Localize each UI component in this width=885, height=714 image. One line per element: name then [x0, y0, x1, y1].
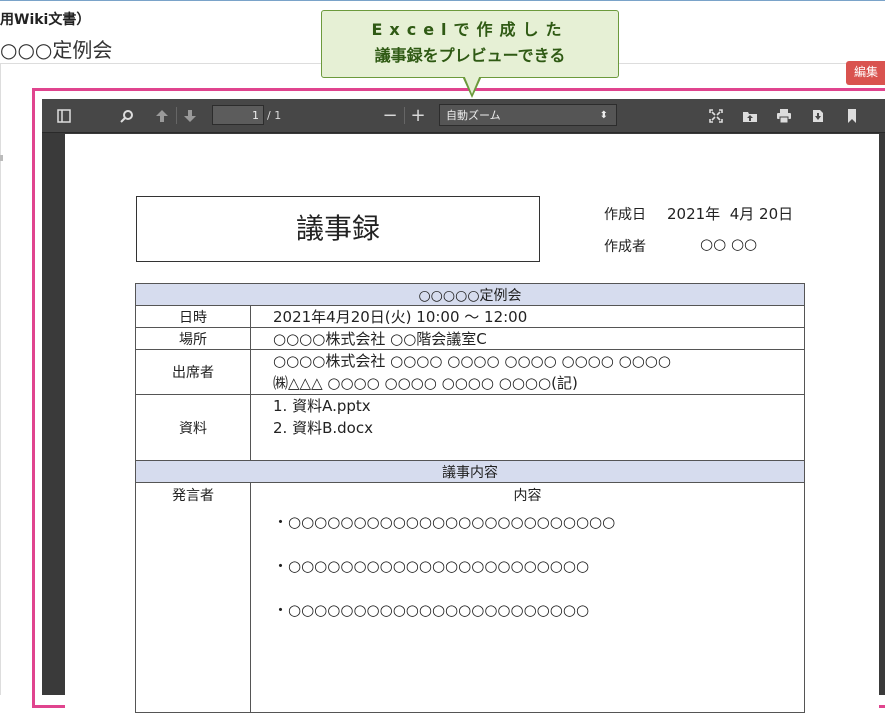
previous-page-icon[interactable]: [152, 99, 172, 132]
zoom-out-icon[interactable]: −: [382, 99, 398, 132]
zoom-select-value: 自動ズーム: [446, 109, 501, 122]
materials-value: 1. 資料A.pptx 2. 資料B.docx: [250, 394, 805, 461]
annotation-callout: Excelで作成した 議事録をプレビューできる: [321, 10, 619, 78]
toolbar-separator: [176, 107, 177, 124]
author-label: 作成者: [604, 239, 646, 255]
pdf-page: 議事録 作成日 2021年 4月 20日 作成者 ○○ ○○ ○○○○○定例会 …: [65, 134, 879, 714]
attendees-line: ○○○○株式会社 ○○○○ ○○○○ ○○○○ ○○○○ ○○○○: [273, 352, 671, 370]
materials-label: 資料: [135, 394, 251, 461]
material-item: 1. 資料A.pptx: [273, 397, 371, 415]
meeting-header: ○○○○○定例会: [135, 283, 805, 306]
author-name: ○○ ○○: [700, 235, 758, 253]
print-icon[interactable]: [774, 99, 794, 132]
page-title: ○○○定例会: [0, 38, 113, 62]
callout-pointer-fill: [464, 75, 480, 94]
breadcrumb: 用Wiki文書）: [0, 12, 91, 28]
page-count: / 1: [267, 109, 282, 122]
zoom-in-icon[interactable]: +: [410, 99, 426, 132]
content-column: 内容 ・○○○○○○○○○○○○○○○○○○○○○○○○○ ・○○○○○○○○○…: [250, 482, 805, 713]
discussion-item: ・○○○○○○○○○○○○○○○○○○○○○○○: [273, 601, 590, 619]
callout-line: 議事録をプレビューできる: [374, 46, 566, 65]
bookmark-icon[interactable]: [842, 99, 862, 132]
callout-line: Excelで作成した: [371, 20, 569, 39]
pdf-viewer: 1 / 1 − + 自動ズーム ⬍ 議事録 作成日 2021年 4月 20日 作…: [42, 99, 885, 714]
presentation-mode-icon[interactable]: [706, 99, 726, 132]
left-marker: [0, 155, 3, 161]
created-date-label: 作成日: [604, 207, 646, 223]
discussion-item: ・○○○○○○○○○○○○○○○○○○○○○○○○○: [273, 513, 616, 531]
datetime-label: 日時: [135, 305, 251, 328]
datetime-value: 2021年4月20日(火) 10:00 ～ 12:00: [250, 305, 805, 328]
document-title: 議事録: [136, 196, 540, 262]
attendees-line: ㈱△△△ ○○○○ ○○○○ ○○○○ ○○○○(記): [273, 374, 578, 392]
select-arrow-icon: ⬍: [599, 110, 608, 121]
open-file-icon[interactable]: [740, 99, 760, 132]
sidebar-toggle-icon[interactable]: [54, 99, 74, 132]
discussion-header: 議事内容: [135, 460, 805, 483]
minutes-table: ○○○○○定例会 日時 2021年4月20日(火) 10:00 ～ 12:00 …: [135, 283, 805, 713]
speaker-column: 発言者: [135, 482, 251, 713]
download-icon[interactable]: [808, 99, 828, 132]
viewer-toolbar: 1 / 1 − + 自動ズーム ⬍: [42, 99, 885, 133]
place-label: 場所: [135, 327, 251, 350]
attendees-value: ○○○○株式会社 ○○○○ ○○○○ ○○○○ ○○○○ ○○○○ ㈱△△△ ○…: [250, 349, 805, 395]
content-header: 内容: [513, 488, 542, 504]
toolbar-separator: [404, 107, 405, 124]
discussion-item: ・○○○○○○○○○○○○○○○○○○○○○○○: [273, 557, 590, 575]
search-icon[interactable]: [117, 99, 137, 132]
material-item: 2. 資料B.docx: [273, 419, 373, 437]
place-value: ○○○○株式会社 ○○階会議室C: [250, 327, 805, 350]
top-border: [0, 0, 885, 5]
edit-button[interactable]: 編集: [846, 61, 885, 85]
created-date: 2021年 4月 20日: [667, 205, 794, 223]
attendees-label: 出席者: [135, 349, 251, 395]
page-number-input[interactable]: 1: [212, 105, 264, 125]
next-page-icon[interactable]: [180, 99, 200, 132]
zoom-select[interactable]: 自動ズーム ⬍: [439, 104, 617, 126]
